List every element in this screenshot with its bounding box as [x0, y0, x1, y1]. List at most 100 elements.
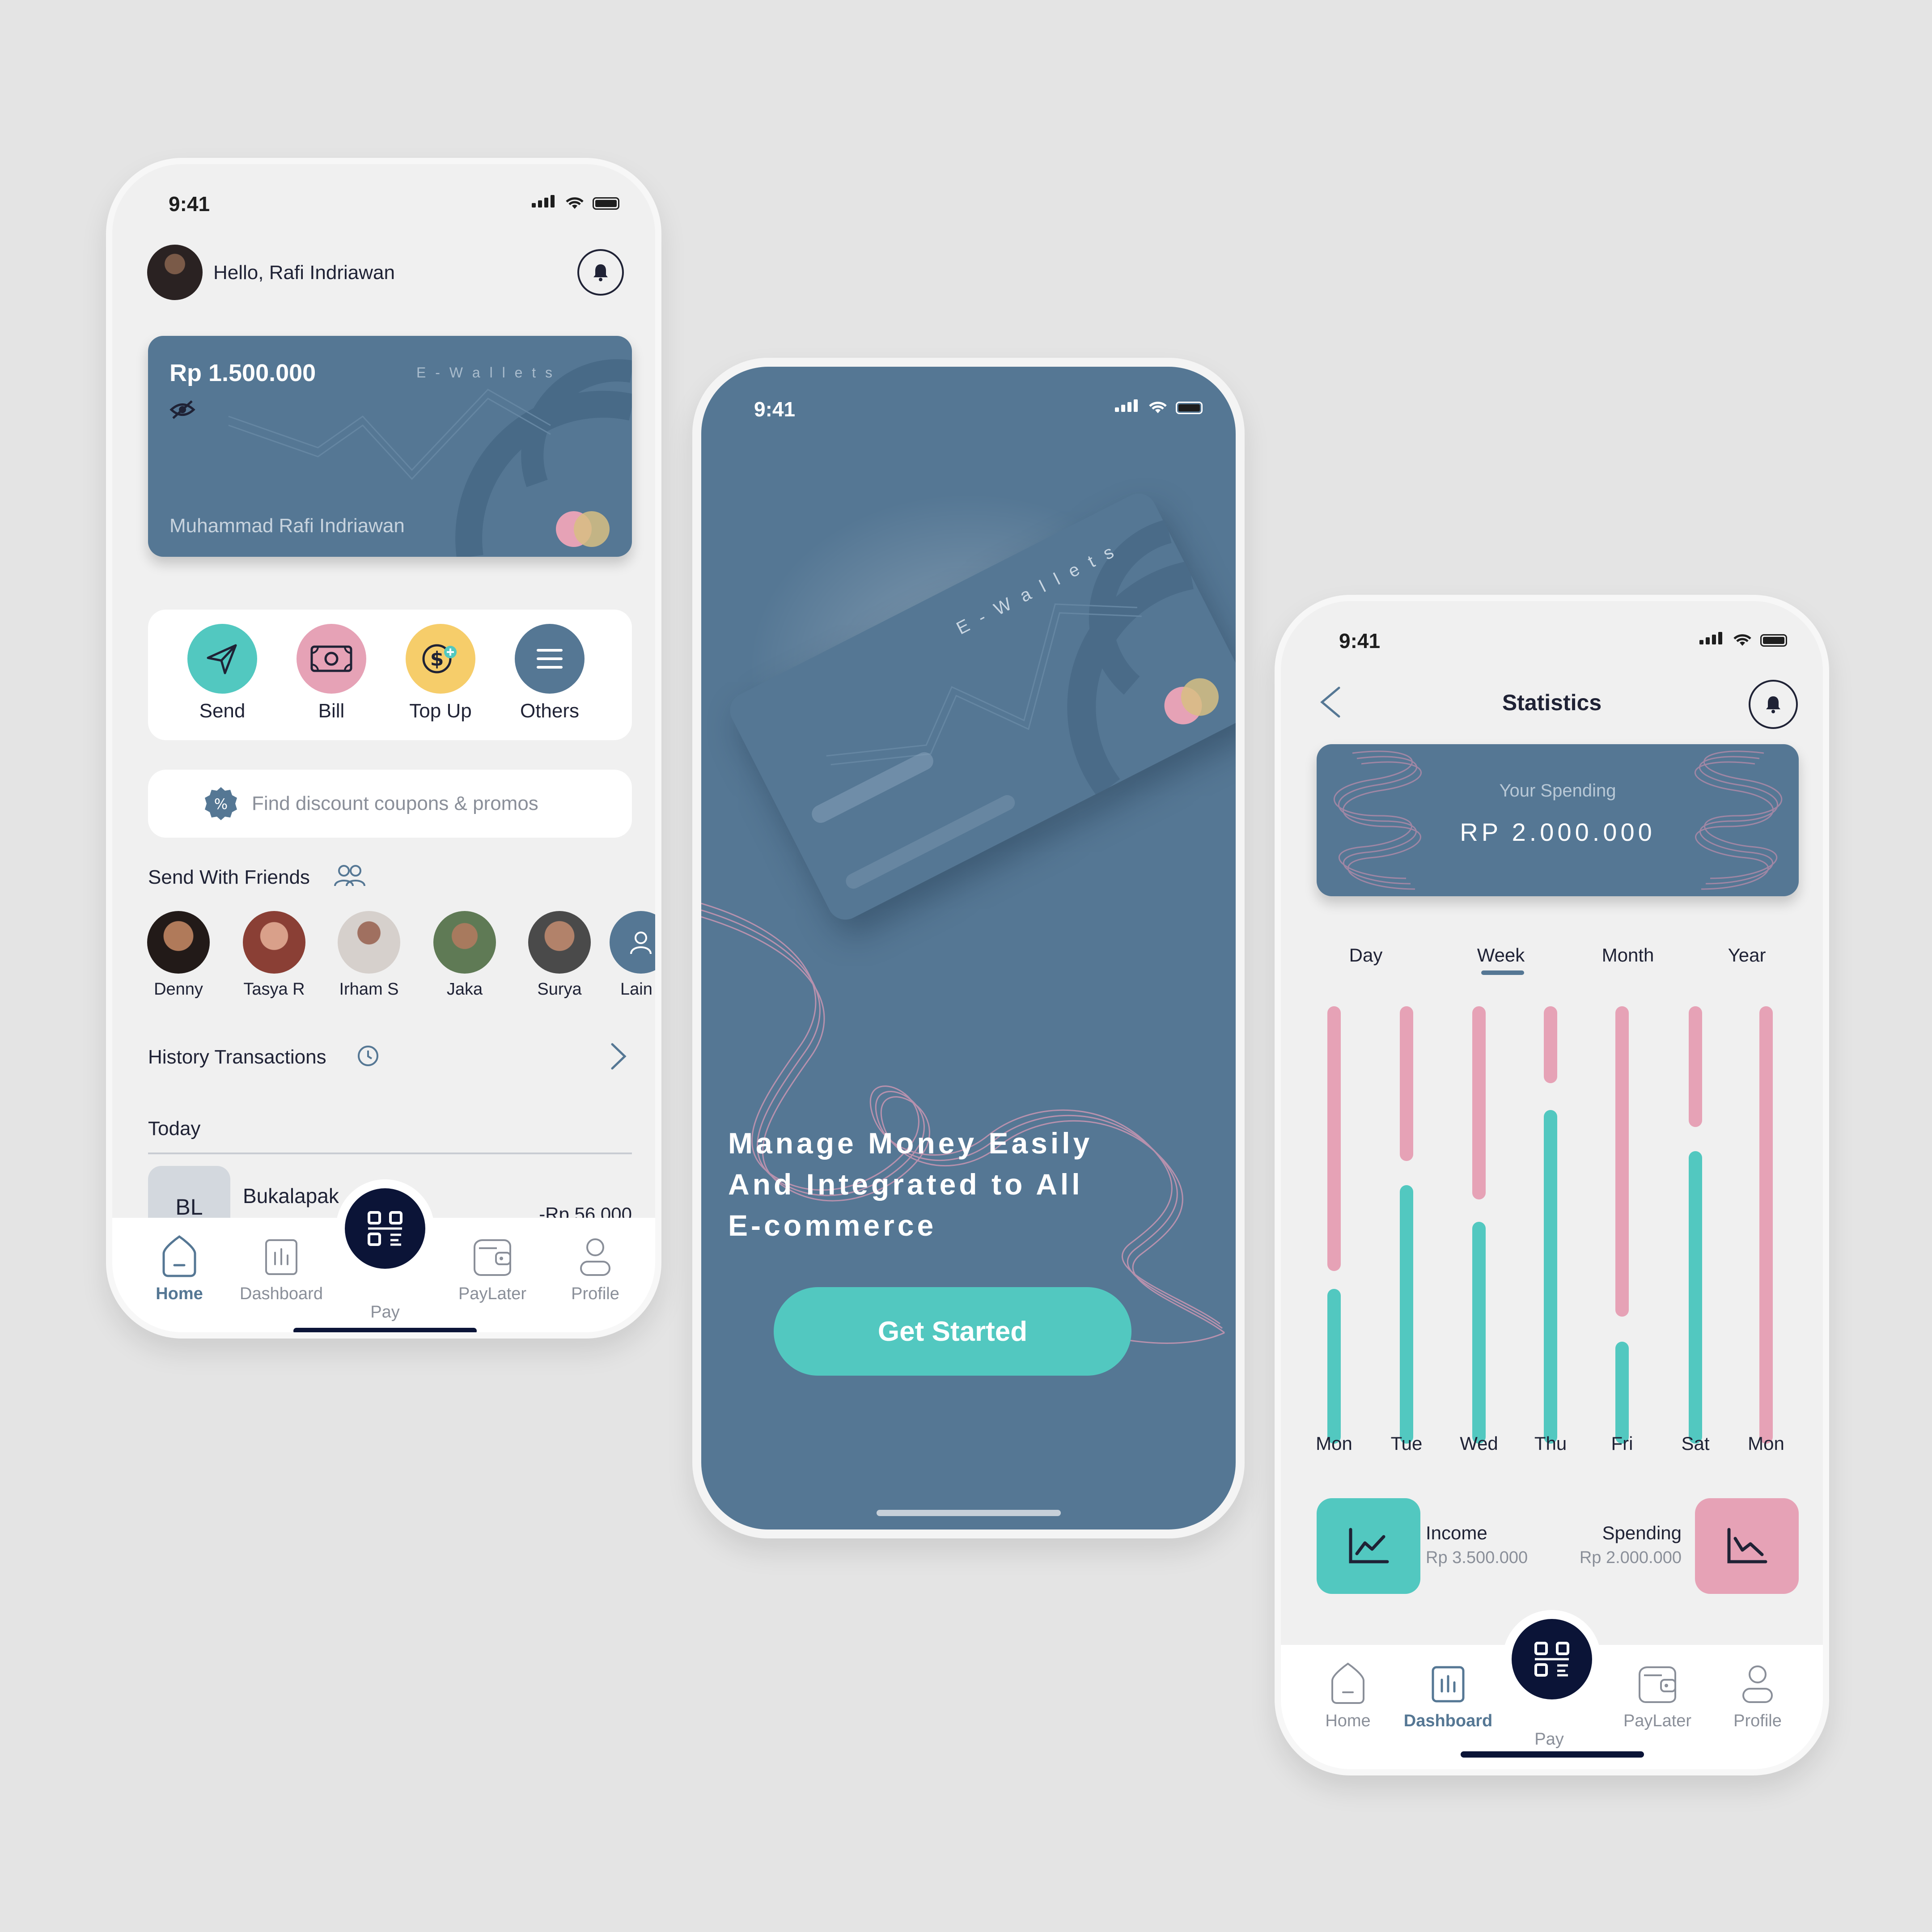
friend-avatar: [338, 911, 400, 974]
day-label: Wed: [1460, 1433, 1498, 1454]
friend-avatar: [147, 911, 210, 974]
nav-pay[interactable]: [336, 1179, 434, 1278]
income-bar: [1472, 1222, 1486, 1444]
spending-summary-button[interactable]: [1695, 1498, 1799, 1594]
nav-pay-label: Pay: [370, 1303, 400, 1322]
action-top-up-label: Top Up: [409, 700, 472, 722]
action-send[interactable]: Send: [178, 624, 267, 722]
nav-home[interactable]: Home: [135, 1235, 224, 1304]
day-label: Fri: [1611, 1433, 1633, 1454]
spending-summary-value: Rp 2.000.000: [1579, 1548, 1682, 1567]
nav-profile-label: Profile: [571, 1284, 619, 1303]
promo-search[interactable]: % Find discount coupons & promos: [148, 770, 632, 838]
nav-home-label: Home: [1325, 1712, 1371, 1730]
history-title: History Transactions: [148, 1046, 326, 1068]
discount-badge-icon: %: [205, 787, 237, 820]
friend-item[interactable]: Denny: [143, 911, 214, 999]
spending-bar: [1327, 1006, 1341, 1271]
friend-item[interactable]: Lain: [610, 911, 655, 999]
merchant-name: Bukalapak: [243, 1184, 339, 1208]
nav-home[interactable]: Home: [1303, 1662, 1393, 1731]
home-icon: [1331, 1662, 1364, 1704]
action-top-up[interactable]: $ Top Up: [396, 624, 485, 722]
bell-icon: [593, 264, 608, 281]
income-bar: [1327, 1289, 1341, 1444]
nav-pay-label-wrap: Pay: [340, 1303, 430, 1322]
wallet-icon: [1639, 1666, 1676, 1703]
action-bill-label: Bill: [318, 700, 345, 722]
nav-pay[interactable]: [1503, 1610, 1601, 1708]
day-label: Tue: [1390, 1433, 1423, 1454]
friend-item[interactable]: Jaka: [429, 911, 500, 999]
friend-item[interactable]: Surya: [524, 911, 595, 999]
chevron-right-icon[interactable]: [608, 1042, 628, 1071]
action-send-label: Send: [199, 700, 246, 722]
income-summary-button[interactable]: [1317, 1498, 1420, 1594]
get-started-button[interactable]: Get Started: [774, 1287, 1131, 1376]
send-icon: [187, 624, 257, 694]
today-label: Today: [148, 1118, 201, 1140]
nav-pay-label: Pay: [1534, 1730, 1564, 1749]
clock-icon: [358, 1046, 378, 1066]
friend-name: Lain: [620, 980, 652, 999]
friend-avatar: [528, 911, 591, 974]
day-label: Mon: [1316, 1433, 1352, 1454]
friend-name: Surya: [537, 980, 582, 999]
pay-button[interactable]: [345, 1188, 425, 1269]
nav-profile[interactable]: Profile: [559, 1235, 631, 1304]
pay-button[interactable]: [1512, 1619, 1592, 1699]
card-holder: Muhammad Rafi Indriawan: [169, 515, 405, 537]
action-others[interactable]: Others: [505, 624, 594, 722]
status-icons: [532, 195, 619, 210]
notification-button[interactable]: [577, 249, 624, 296]
spending-bar: [1400, 1006, 1413, 1161]
hide-balance-icon[interactable]: [169, 399, 195, 420]
friend-item[interactable]: Tasya R: [238, 911, 310, 999]
income-label: Income: [1426, 1522, 1487, 1543]
headline-line-2: And Integrated to All: [728, 1168, 1083, 1201]
home-indicator: [1461, 1751, 1644, 1758]
income-bar: [1689, 1151, 1702, 1444]
divider: [148, 1152, 632, 1154]
nav-paylater[interactable]: PayLater: [1604, 1662, 1711, 1731]
bill-icon: [297, 624, 366, 694]
balance-card[interactable]: Rp 1.500.000 E - W a l l e t s Muhammad …: [148, 336, 632, 557]
profile-icon: [580, 1238, 610, 1276]
spending-bar: [1759, 1006, 1773, 1444]
user-icon: [630, 932, 652, 954]
spending-chart-icon: [1727, 1528, 1767, 1563]
friends-title: Send With Friends: [148, 866, 310, 888]
svg-text:%: %: [214, 796, 228, 813]
status-time: 9:41: [169, 192, 210, 216]
nav-profile[interactable]: Profile: [1722, 1662, 1793, 1731]
nav-dashboard[interactable]: Dashboard: [1403, 1662, 1493, 1731]
nav-dashboard[interactable]: Dashboard: [237, 1235, 326, 1304]
promo-search-placeholder: Find discount coupons & promos: [252, 792, 538, 814]
nav-dashboard-label: Dashboard: [240, 1284, 323, 1303]
onboarding-phone: 9:41 E - W a l l e t s Manage Money Easi…: [692, 358, 1245, 1538]
nav-paylater[interactable]: PayLater: [439, 1235, 546, 1304]
onboarding-headline: Manage Money Easily And Integrated to Al…: [728, 1123, 1093, 1246]
income-bar: [1544, 1110, 1557, 1444]
quick-actions-panel: Send Bill $ Top Up Others: [148, 610, 632, 740]
headline-line-3: E-commerce: [728, 1209, 937, 1242]
income-chart-icon: [1349, 1528, 1389, 1563]
spending-bar: [1544, 1006, 1557, 1083]
card-brand: E - W a l l e t s: [416, 364, 555, 381]
friends-icon: [334, 865, 365, 886]
home-indicator: [293, 1328, 477, 1332]
spending-bar: [1615, 1006, 1629, 1317]
action-bill[interactable]: Bill: [287, 624, 376, 722]
nav-home-label: Home: [156, 1284, 203, 1303]
friend-avatar: [610, 911, 655, 974]
user-avatar[interactable]: [147, 245, 203, 300]
card-logo-circle-right: [574, 511, 610, 547]
friend-item[interactable]: Irham S: [333, 911, 405, 999]
nav-dashboard-label: Dashboard: [1403, 1712, 1493, 1730]
action-others-label: Others: [520, 700, 580, 722]
nav-paylater-label: PayLater: [458, 1284, 527, 1303]
wallet-icon: [474, 1239, 511, 1276]
friend-avatar: [433, 911, 496, 974]
income-value: Rp 3.500.000: [1426, 1548, 1528, 1567]
nav-paylater-label: PayLater: [1623, 1712, 1692, 1730]
